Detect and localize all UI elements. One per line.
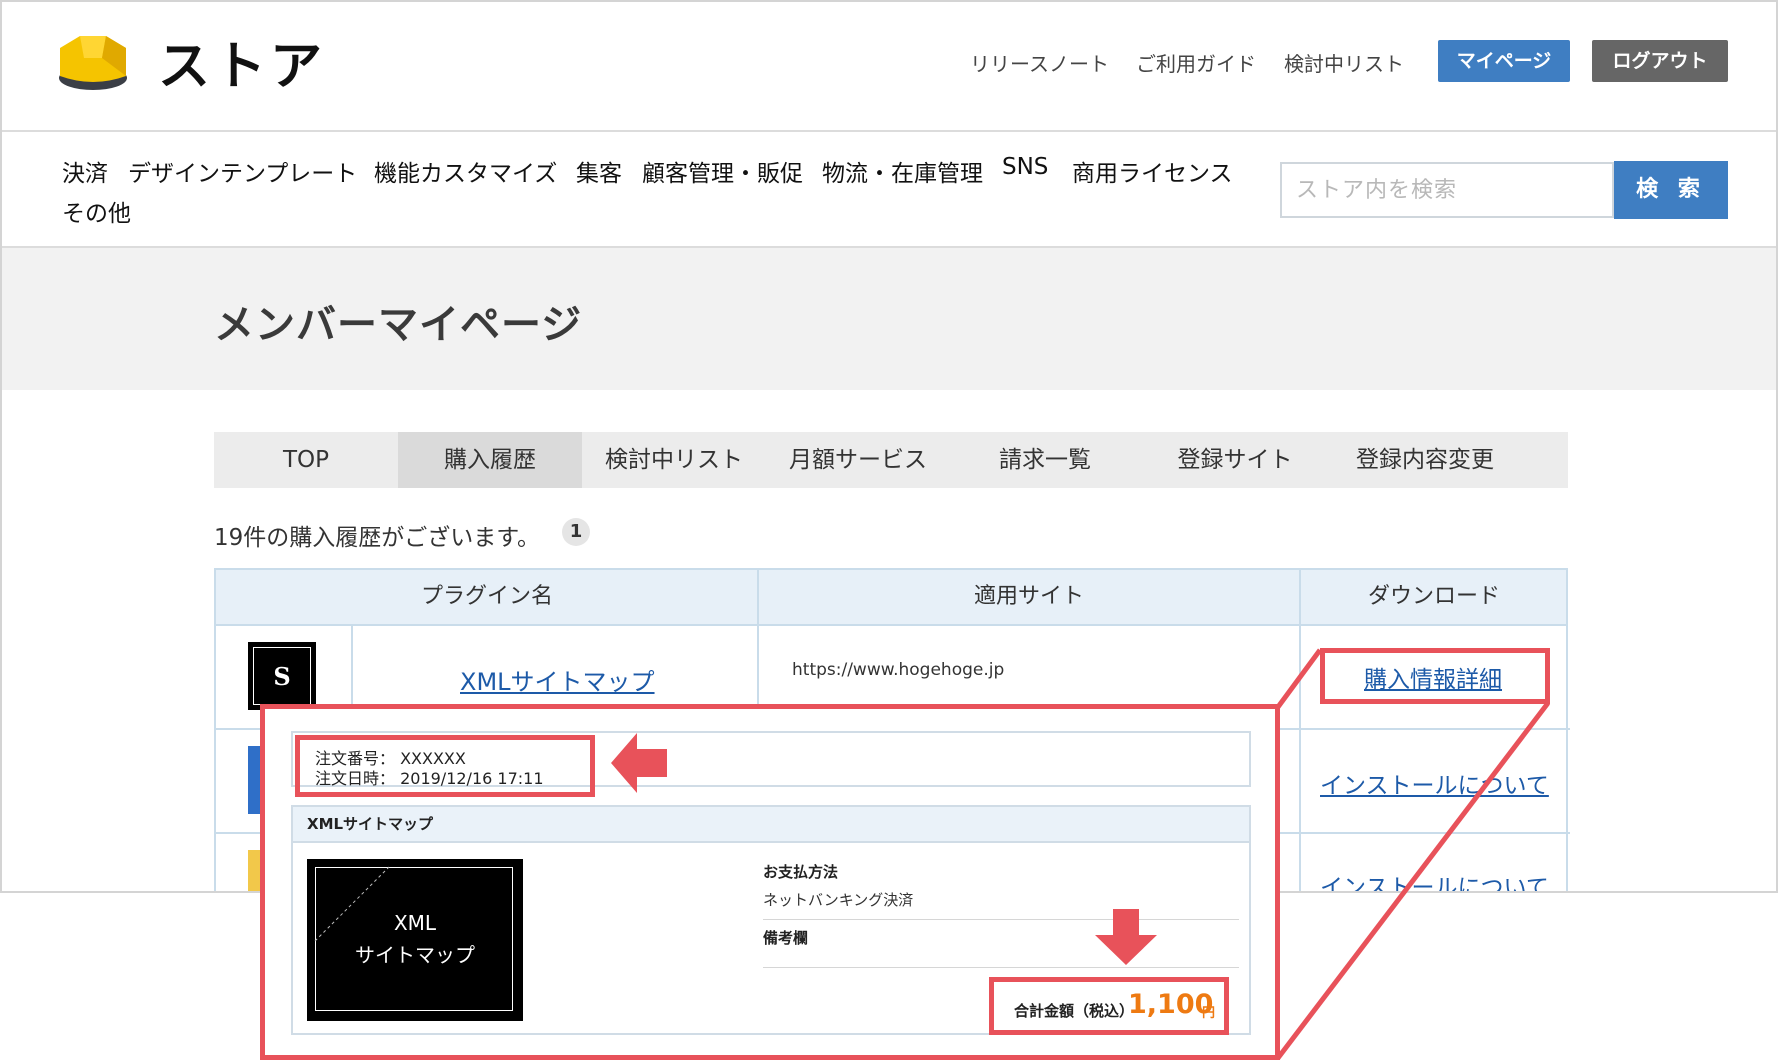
table-header: プラグイン名 適用サイト ダウンロード <box>216 570 1566 626</box>
category-logistics[interactable]: 物流・在庫管理 <box>822 154 983 188</box>
guide-link[interactable]: ご利用ガイド <box>1136 48 1256 77</box>
store-logo-icon[interactable] <box>58 28 128 92</box>
tab-invoices[interactable]: 請求一覧 <box>950 432 1140 488</box>
install-guide-link[interactable]: インストールについて <box>1320 766 1549 800</box>
column-header-download: ダウンロード <box>1367 584 1500 609</box>
purchase-detail-callout: 注文番号： XXXXXX 注文日時： 2019/12/16 17:11 XMLサ… <box>260 704 1280 1060</box>
thumbnail-text-line1: XML <box>393 911 437 935</box>
plugin-icon-sitemap: S <box>248 642 316 710</box>
tab-top[interactable]: TOP <box>214 432 398 488</box>
search-input[interactable] <box>1280 162 1614 218</box>
release-notes-link[interactable]: リリースノート <box>970 48 1109 77</box>
logout-button[interactable]: ログアウト <box>1592 40 1728 82</box>
search-button[interactable]: 検 索 <box>1614 161 1728 219</box>
mypage-tabs: TOP 購入履歴 検討中リスト 月額サービス 請求一覧 登録サイト 登録内容変更 <box>214 432 1568 488</box>
applied-site-url: https://www.hogehoge.jp <box>792 660 1005 680</box>
currency-label: 円 <box>1202 1006 1216 1021</box>
install-guide-link-2[interactable]: インストールについて <box>1320 868 1549 891</box>
category-customize[interactable]: 機能カスタマイズ <box>374 154 557 188</box>
tab-registered-sites[interactable]: 登録サイト <box>1140 432 1330 488</box>
detail-divider <box>763 967 1239 968</box>
column-divider <box>1299 570 1301 891</box>
total-amount-highlight: 合計金額（税込） 1,100 円 <box>989 977 1229 1035</box>
title-band: メンバーマイページ <box>2 248 1776 390</box>
tab-wishlist[interactable]: 検討中リスト <box>582 432 766 488</box>
thumbnail-text-line2: サイトマップ <box>355 943 475 967</box>
order-date: 注文日時： 2019/12/16 17:11 <box>315 769 544 788</box>
purchase-detail-highlight <box>1320 648 1550 704</box>
tab-monthly-service[interactable]: 月額サービス <box>766 432 950 488</box>
payment-method-value: ネットバンキング決済 <box>763 891 914 909</box>
brand-name[interactable]: ストア <box>158 24 326 99</box>
total-amount-value: 1,100 <box>1128 989 1214 1020</box>
page-title: メンバーマイページ <box>214 302 583 348</box>
remarks-label: 備考欄 <box>763 929 809 947</box>
tab-purchase-history[interactable]: 購入履歴 <box>398 432 582 488</box>
column-header-site: 適用サイト <box>973 584 1084 609</box>
category-payment[interactable]: 決済 <box>62 154 108 188</box>
category-nav: 決済 デザインテンプレート 機能カスタマイズ 集客 顧客管理・販促 物流・在庫管… <box>2 132 1776 248</box>
detail-divider <box>763 919 1239 920</box>
category-design-template[interactable]: デザインテンプレート <box>128 154 357 188</box>
history-count: 19件の購入履歴がございます。 <box>214 525 540 551</box>
total-amount-label: 合計金額（税込） <box>1014 1002 1135 1020</box>
plugin-name-link[interactable]: XMLサイトマップ <box>460 662 655 697</box>
category-other[interactable]: その他 <box>62 194 131 228</box>
arrow-down-icon <box>1095 909 1157 965</box>
category-license[interactable]: 商用ライセンス <box>1072 154 1233 188</box>
category-marketing[interactable]: 集客 <box>576 154 622 188</box>
tab-profile-edit[interactable]: 登録内容変更 <box>1330 432 1520 488</box>
page-number-badge[interactable]: 1 <box>562 518 590 546</box>
category-sns[interactable]: SNS <box>1002 154 1048 180</box>
category-crm[interactable]: 顧客管理・販促 <box>642 154 803 188</box>
payment-method-label: お支払方法 <box>763 863 839 881</box>
wishlist-link[interactable]: 検討中リスト <box>1284 48 1404 77</box>
plugin-icon-letter: S <box>273 662 291 691</box>
mypage-button[interactable]: マイページ <box>1438 40 1570 82</box>
arrow-left-icon <box>611 733 667 793</box>
column-header-plugin: プラグイン名 <box>420 584 553 609</box>
product-thumbnail: XML サイトマップ <box>307 859 523 1021</box>
product-title: XMLサイトマップ <box>293 807 1249 843</box>
site-header: ストア リリースノート ご利用ガイド 検討中リスト マイページ ログアウト <box>2 2 1776 132</box>
